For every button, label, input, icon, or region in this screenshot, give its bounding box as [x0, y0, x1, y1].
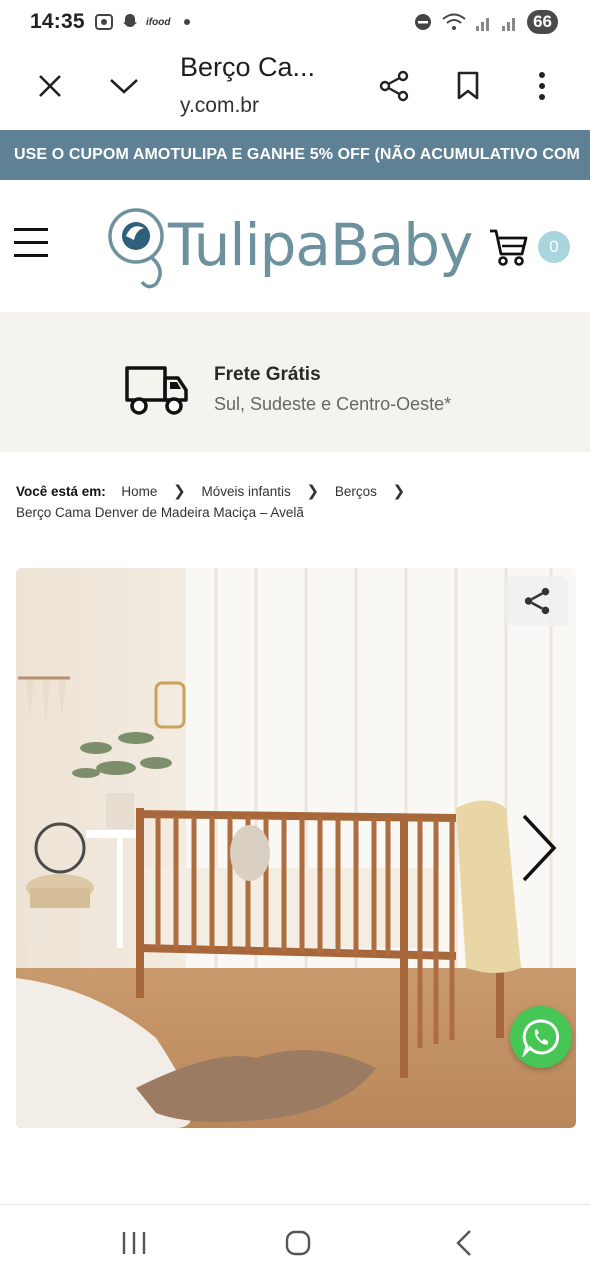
recent-apps-button[interactable]	[112, 1225, 156, 1261]
signal-icon-2	[502, 18, 516, 31]
dnd-icon	[415, 14, 432, 30]
chevron-right-icon	[522, 814, 557, 882]
signal-icon-1	[476, 18, 490, 31]
tulip-logo-icon	[108, 208, 164, 289]
share-button[interactable]	[372, 64, 416, 108]
delivery-truck-icon	[125, 366, 188, 415]
breadcrumb-moveis-infantis[interactable]: Móveis infantis	[201, 484, 290, 499]
recent-apps-icon	[122, 1232, 146, 1254]
menu-line-icon	[14, 254, 48, 257]
bookmark-button[interactable]	[446, 64, 490, 108]
snapchat-icon	[123, 14, 137, 27]
back-button[interactable]	[442, 1225, 486, 1261]
bookmark-icon	[457, 71, 479, 100]
page-title: Berço Ca...	[180, 52, 316, 82]
promo-banner[interactable]: USE O CUPOM AMOTULIPA E GANHE 5% OFF (NÃ…	[0, 130, 590, 180]
cart-button[interactable]	[488, 226, 530, 268]
ifood-icon: ifood	[146, 16, 171, 28]
cart-icon	[490, 229, 528, 266]
image-share-button[interactable]	[506, 576, 568, 626]
status-bar: 14:35 ifood 66	[0, 0, 590, 46]
site-logo[interactable]: TulipaBaby	[104, 200, 476, 290]
whatsapp-chat-button[interactable]	[510, 1006, 572, 1068]
whatsapp-icon	[522, 1019, 560, 1057]
system-navigation-bar	[0, 1204, 590, 1280]
breadcrumb-current: Berço Cama Denver de Madeira Maciça – Av…	[16, 505, 304, 520]
site-header: TulipaBaby 0	[0, 180, 590, 312]
back-icon	[456, 1230, 471, 1256]
minimize-button[interactable]	[102, 64, 146, 108]
breadcrumb-bercos[interactable]: Berços	[335, 484, 377, 499]
status-system-icons: 66	[413, 10, 558, 34]
status-time: 14:35	[30, 10, 85, 33]
battery-indicator: 66	[527, 10, 558, 34]
page-url[interactable]: y.com.br	[180, 94, 259, 118]
cart-count-badge: 0	[538, 231, 570, 263]
breadcrumb-home[interactable]: Home	[121, 484, 157, 499]
chevron-right-icon: ❯	[173, 483, 186, 500]
home-button[interactable]	[276, 1225, 320, 1261]
status-notification-icons: ifood	[94, 12, 191, 32]
home-icon	[285, 1230, 311, 1256]
more-notifications-dot	[184, 19, 191, 25]
shipping-title: Frete Grátis	[214, 364, 321, 385]
product-image[interactable]	[16, 568, 576, 1128]
shipping-subtitle: Sul, Sudeste e Centro-Oeste*	[214, 394, 452, 414]
more-options-button[interactable]	[520, 64, 564, 108]
free-shipping-banner: Frete Grátis Sul, Sudeste e Centro-Oeste…	[0, 312, 590, 452]
browser-toolbar: Berço Ca... y.com.br	[0, 46, 590, 130]
screenshot-icon	[95, 14, 113, 30]
crib-photo	[16, 568, 576, 1128]
close-icon	[39, 75, 61, 97]
share-icon	[379, 70, 409, 102]
share-icon	[524, 587, 550, 615]
next-image-arrow[interactable]	[518, 812, 560, 884]
chevron-right-icon: ❯	[306, 483, 320, 500]
logo-wordmark: TulipaBaby	[168, 211, 473, 279]
breadcrumb-label: Você está em:	[16, 484, 106, 499]
wifi-icon	[442, 13, 466, 30]
chevron-right-icon: ❯	[392, 483, 406, 500]
more-vert-icon	[539, 72, 545, 100]
hamburger-menu-button[interactable]	[14, 228, 50, 264]
menu-line-icon	[14, 228, 48, 231]
menu-line-icon	[14, 241, 48, 244]
breadcrumb: Você está em: Home ❯ Móveis infantis ❯ B…	[16, 482, 576, 523]
close-tab-button[interactable]	[28, 64, 72, 108]
chevron-down-icon	[110, 79, 138, 94]
